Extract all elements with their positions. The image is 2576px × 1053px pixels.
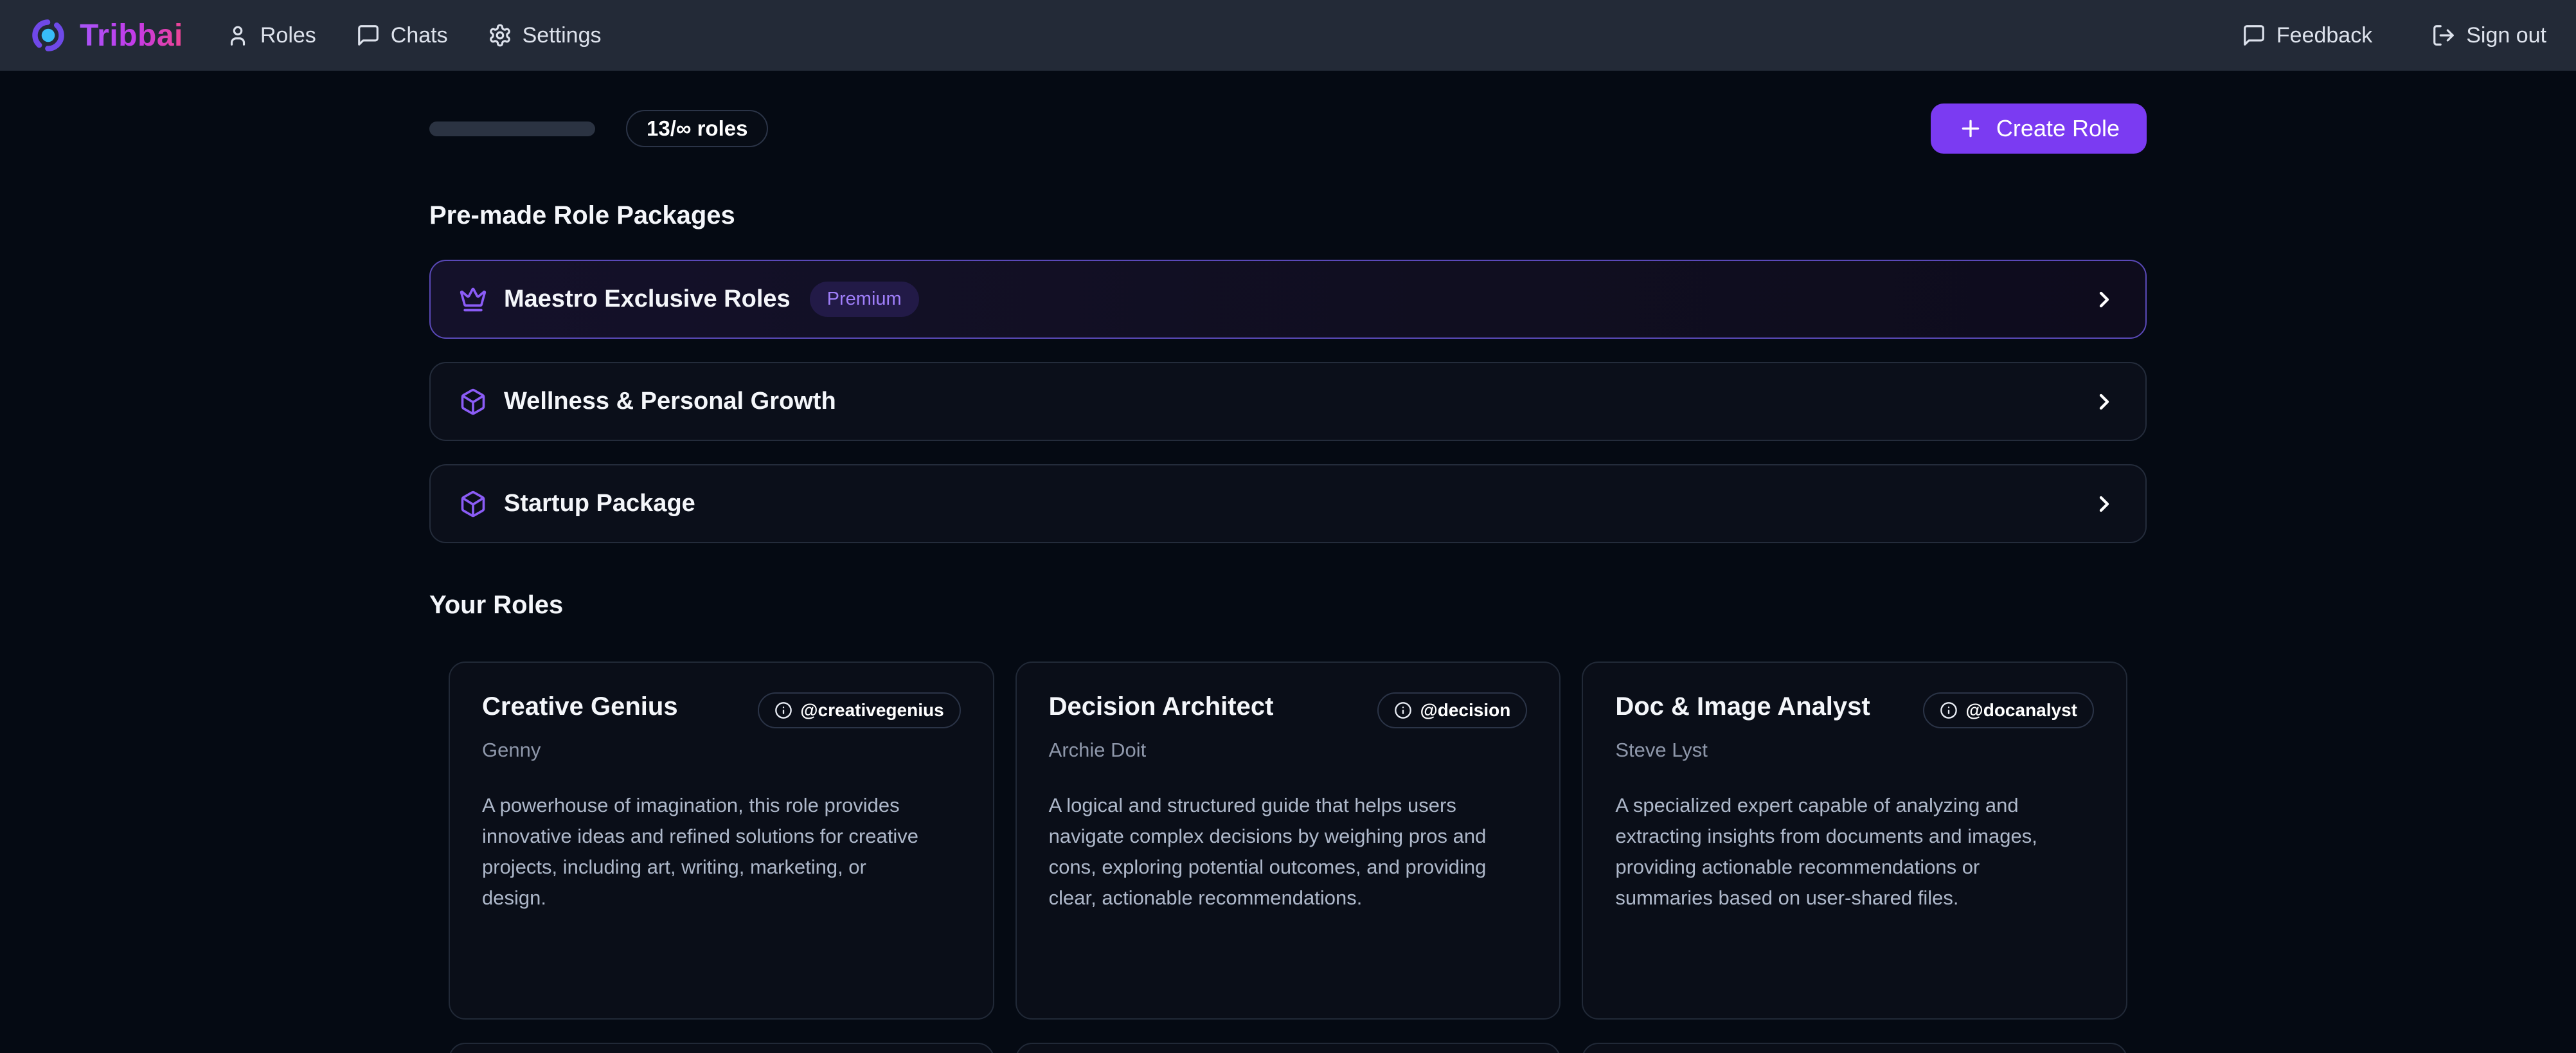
role-card-partial[interactable] — [449, 1043, 994, 1053]
info-icon — [774, 701, 792, 719]
role-handle-badge[interactable]: @decision — [1377, 692, 1527, 728]
role-handle: @creativegenius — [800, 700, 944, 721]
plus-icon — [1958, 116, 1983, 141]
user-icon — [226, 23, 250, 48]
sign-out-label: Sign out — [2466, 23, 2546, 48]
package-name: Maestro Exclusive Roles — [504, 285, 791, 313]
nav-item-chats[interactable]: Chats — [356, 23, 448, 48]
role-description: A powerhouse of imagination, this role p… — [482, 790, 926, 914]
card-header: Doc & Image Analyst @docanalyst — [1615, 692, 2094, 728]
roles-count-badge: 13/∞ roles — [626, 110, 768, 147]
role-handle-badge[interactable]: @creativegenius — [758, 692, 960, 728]
chevron-right-icon — [2091, 491, 2117, 517]
topbar: Tribbai Roles Chats — [0, 0, 2576, 71]
package-row-maestro[interactable]: Maestro Exclusive Roles Premium — [429, 260, 2147, 339]
feedback-bubble-icon — [2242, 23, 2266, 48]
role-persona-name: Genny — [482, 739, 961, 762]
package-row-wellness[interactable]: Wellness & Personal Growth — [429, 362, 2147, 441]
main-nav: Roles Chats Settings — [226, 23, 602, 48]
premium-badge: Premium — [810, 282, 919, 317]
nav-label: Roles — [260, 23, 316, 48]
chat-icon — [356, 23, 380, 48]
package-row-startup[interactable]: Startup Package — [429, 464, 2147, 543]
tribbai-logo-icon — [30, 17, 67, 54]
role-card-doc-image-analyst[interactable]: Doc & Image Analyst @docanalyst Steve Ly… — [1582, 662, 2127, 1020]
role-card-partial[interactable] — [1582, 1043, 2127, 1053]
package-list: Maestro Exclusive Roles Premium Wellness… — [429, 260, 2147, 543]
sign-out-button[interactable]: Sign out — [2431, 23, 2546, 48]
role-persona-name: Steve Lyst — [1615, 739, 2094, 762]
your-roles-grid: Creative Genius @creativegenius Genny A … — [429, 662, 2147, 1020]
info-icon — [1940, 701, 1958, 719]
main-content: 13/∞ roles Create Role Pre-made Role Pac… — [429, 104, 2147, 1053]
create-role-label: Create Role — [1996, 115, 2120, 142]
sign-out-icon — [2431, 23, 2456, 48]
role-title: Doc & Image Analyst — [1615, 692, 1870, 721]
role-title: Decision Architect — [1049, 692, 1274, 721]
crown-icon — [459, 285, 487, 314]
role-title: Creative Genius — [482, 692, 678, 721]
role-handle: @docanalyst — [1965, 700, 2077, 721]
role-card-partial[interactable] — [1015, 1043, 1561, 1053]
role-handle-badge[interactable]: @docanalyst — [1923, 692, 2094, 728]
package-icon — [459, 490, 487, 518]
roles-progress-bar — [429, 122, 595, 136]
chevron-right-icon — [2091, 389, 2117, 415]
role-description: A specialized expert capable of analyzin… — [1615, 790, 2059, 914]
role-card-creative-genius[interactable]: Creative Genius @creativegenius Genny A … — [449, 662, 994, 1020]
card-header: Creative Genius @creativegenius — [482, 692, 961, 728]
create-role-button[interactable]: Create Role — [1931, 104, 2147, 154]
brand[interactable]: Tribbai — [30, 17, 183, 54]
card-header: Decision Architect @decision — [1049, 692, 1528, 728]
package-name: Wellness & Personal Growth — [504, 388, 836, 415]
package-name: Startup Package — [504, 490, 695, 518]
nav-label: Chats — [391, 23, 448, 48]
info-icon — [1394, 701, 1412, 719]
topbar-right: Feedback Sign out — [2242, 23, 2546, 48]
nav-label: Settings — [523, 23, 602, 48]
role-handle: @decision — [1420, 700, 1510, 721]
packages-section-title: Pre-made Role Packages — [429, 201, 2147, 230]
nav-item-settings[interactable]: Settings — [488, 23, 602, 48]
your-roles-grid-next-row — [429, 1043, 2147, 1053]
gear-icon — [488, 23, 512, 48]
feedback-label: Feedback — [2276, 23, 2372, 48]
role-persona-name: Archie Doit — [1049, 739, 1528, 762]
role-card-decision-architect[interactable]: Decision Architect @decision Archie Doit… — [1015, 662, 1561, 1020]
feedback-button[interactable]: Feedback — [2242, 23, 2372, 48]
chevron-right-icon — [2091, 287, 2117, 312]
package-icon — [459, 388, 487, 416]
nav-item-roles[interactable]: Roles — [226, 23, 316, 48]
role-description: A logical and structured guide that help… — [1049, 790, 1492, 914]
your-roles-section-title: Your Roles — [429, 591, 2147, 620]
roles-toolbar: 13/∞ roles Create Role — [429, 104, 2147, 154]
brand-name: Tribbai — [80, 18, 183, 53]
